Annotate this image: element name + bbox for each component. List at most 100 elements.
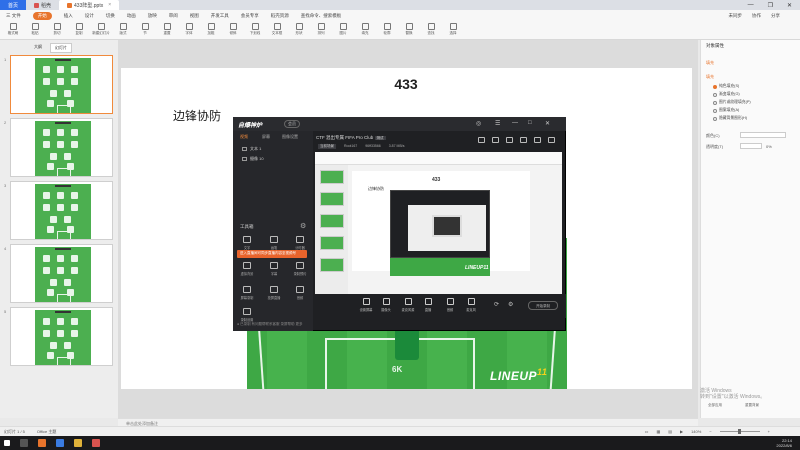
promo-tip[interactable]: 进入直播间可同步直播内容至视频号	[237, 250, 307, 258]
zoom-level[interactable]: 140%	[691, 429, 701, 434]
ribbon-button[interactable]: 下划线	[248, 23, 262, 37]
bottom-tool-mic-source[interactable]: 麦克风源	[398, 298, 418, 312]
maximize-icon[interactable]: ❐	[768, 2, 773, 9]
ribbon-button[interactable]: 加粗	[204, 23, 218, 37]
fill-option[interactable]: 图片或纹理填充(P)	[713, 100, 751, 105]
minimize-icon[interactable]: —	[748, 2, 754, 9]
slide-thumbnail[interactable]	[10, 118, 113, 177]
tab-slides[interactable]: 幻灯片	[50, 43, 72, 53]
view-sorter-icon[interactable]: ▦	[656, 429, 660, 434]
more-icon[interactable]	[548, 137, 555, 143]
sync-status[interactable]: 未同步	[729, 13, 743, 19]
slide-thumbnail[interactable]	[10, 244, 113, 303]
menu-icon[interactable]: ☰	[495, 120, 500, 127]
tool-cast[interactable]: 投屏直播	[264, 286, 284, 304]
menu-slideshow[interactable]: 放映	[148, 13, 157, 19]
menu-design[interactable]: 设计	[85, 13, 94, 19]
eye-icon[interactable]	[242, 157, 247, 161]
view-reading-icon[interactable]: ▤	[668, 429, 672, 434]
ribbon-button[interactable]: 粘贴	[28, 23, 42, 37]
maximize-icon[interactable]: □	[528, 120, 532, 126]
fill-option[interactable]: 渐变填充(G)	[713, 92, 740, 97]
menu-member[interactable]: 会员专享	[241, 13, 259, 19]
bottom-tool-mic[interactable]: 麦克风	[461, 298, 481, 312]
slide-thumbnail[interactable]	[10, 181, 113, 240]
split-icon[interactable]	[520, 137, 527, 143]
menu-view[interactable]: 视图	[190, 13, 199, 19]
ribbon-button[interactable]: 查找	[424, 23, 438, 37]
search-icon[interactable]	[20, 439, 28, 447]
grid-icon[interactable]	[492, 137, 499, 143]
list-icon[interactable]	[534, 137, 541, 143]
fill-option[interactable]: 纯色填充(S)	[713, 84, 739, 89]
ribbon-button[interactable]: 字体	[182, 23, 196, 37]
scene-label[interactable]: 当前场景	[318, 144, 336, 149]
ribbon-button[interactable]: 选择	[446, 23, 460, 37]
zoom-out-icon[interactable]: −	[709, 429, 711, 434]
ribbon-button[interactable]: 节	[138, 23, 152, 37]
tab-image-settings[interactable]: 图像设置	[282, 134, 298, 140]
ribbon-button[interactable]: 重置	[160, 23, 174, 37]
tool-screen-record[interactable]: 屏幕录制	[237, 286, 257, 304]
layout-icon[interactable]	[478, 137, 485, 143]
slide-heading[interactable]: 边锋协防	[173, 107, 221, 124]
menu-file[interactable]: 三 文件	[6, 13, 21, 19]
share-button[interactable]: 分享	[771, 13, 780, 19]
collaborate-button[interactable]: 协作	[752, 13, 761, 19]
start-recording-button[interactable]: 开始录制	[528, 301, 558, 310]
recorder-app-icon[interactable]	[92, 439, 100, 447]
ribbon-button[interactable]: 复制	[72, 23, 86, 37]
bottom-tool-camera[interactable]: 摄像头	[376, 298, 396, 312]
notes-area[interactable]: 单击此处添加备注	[118, 418, 698, 426]
menu-animation[interactable]: 动画	[127, 13, 136, 19]
transparency-value[interactable]: 0%	[766, 144, 772, 149]
transparency-slider[interactable]	[740, 143, 762, 149]
play-icon[interactable]: ▶	[680, 429, 683, 434]
command-search[interactable]: 查找命令、搜索模板	[301, 13, 342, 19]
tab-outline[interactable]: 大纲	[30, 43, 46, 53]
ribbon-button[interactable]: 轮廓	[380, 23, 394, 37]
menu-review[interactable]: 审阅	[169, 13, 178, 19]
tool-schedule[interactable]: 录制预约	[290, 262, 310, 280]
menu-insert[interactable]: 插入	[64, 13, 73, 19]
tool-virtual-bg[interactable]: 虚拟背景	[237, 262, 257, 280]
close-icon[interactable]: ✕	[545, 120, 550, 127]
source-item[interactable]: 文本 1	[242, 146, 261, 152]
reset-background-button[interactable]: 重置背景	[745, 403, 759, 408]
color-picker[interactable]	[740, 132, 786, 138]
refresh-icon[interactable]: ⟳	[494, 301, 499, 308]
source-item[interactable]: 摄像 10	[242, 156, 264, 162]
ribbon-button[interactable]: 替换	[402, 23, 416, 37]
slide-thumbnail[interactable]	[10, 55, 113, 114]
start-icon[interactable]	[4, 440, 10, 446]
ribbon-button[interactable]: 格式刷	[6, 23, 20, 37]
close-tab-icon[interactable]: ×	[108, 2, 111, 8]
tool-subtitle[interactable]: 字幕	[264, 262, 284, 280]
ribbon-button[interactable]: 剪切	[50, 23, 64, 37]
ribbon-button[interactable]: 倾斜	[226, 23, 240, 37]
minimize-icon[interactable]: —	[512, 120, 518, 126]
ribbon-button[interactable]: 新建幻灯片	[92, 23, 110, 37]
hide-background-option[interactable]: 隐藏背景图形(H)	[713, 116, 747, 121]
section-fill-tab[interactable]: 填充	[706, 60, 714, 66]
slide-thumbnail[interactable]	[10, 307, 113, 366]
menu-home[interactable]: 开始	[32, 11, 52, 20]
tab-docer[interactable]: 稻壳	[26, 0, 59, 10]
ribbon-button[interactable]: 排列	[314, 23, 328, 37]
tool-audio[interactable]: 音频	[290, 286, 310, 304]
fill-group-label[interactable]: 填充	[706, 74, 714, 80]
zoom-slider[interactable]	[719, 429, 760, 434]
member-badge[interactable]: 会员	[284, 120, 300, 128]
settings-icon[interactable]: ⚙	[300, 222, 306, 230]
ribbon-button[interactable]: 图片	[336, 23, 350, 37]
tab-screen[interactable]: 屏幕	[262, 134, 270, 140]
apply-all-button[interactable]: 全部应用	[708, 403, 743, 410]
view-normal-icon[interactable]: ▭	[645, 429, 649, 434]
ribbon-button[interactable]: 版式	[116, 23, 130, 37]
eye-icon[interactable]	[242, 147, 247, 151]
slide-title[interactable]: 433	[376, 76, 436, 92]
tab-video[interactable]: 视频	[240, 134, 248, 140]
ribbon-button[interactable]: 填充	[358, 23, 372, 37]
menu-developer[interactable]: 开发工具	[211, 13, 229, 19]
zoom-in-icon[interactable]: +	[768, 429, 770, 434]
